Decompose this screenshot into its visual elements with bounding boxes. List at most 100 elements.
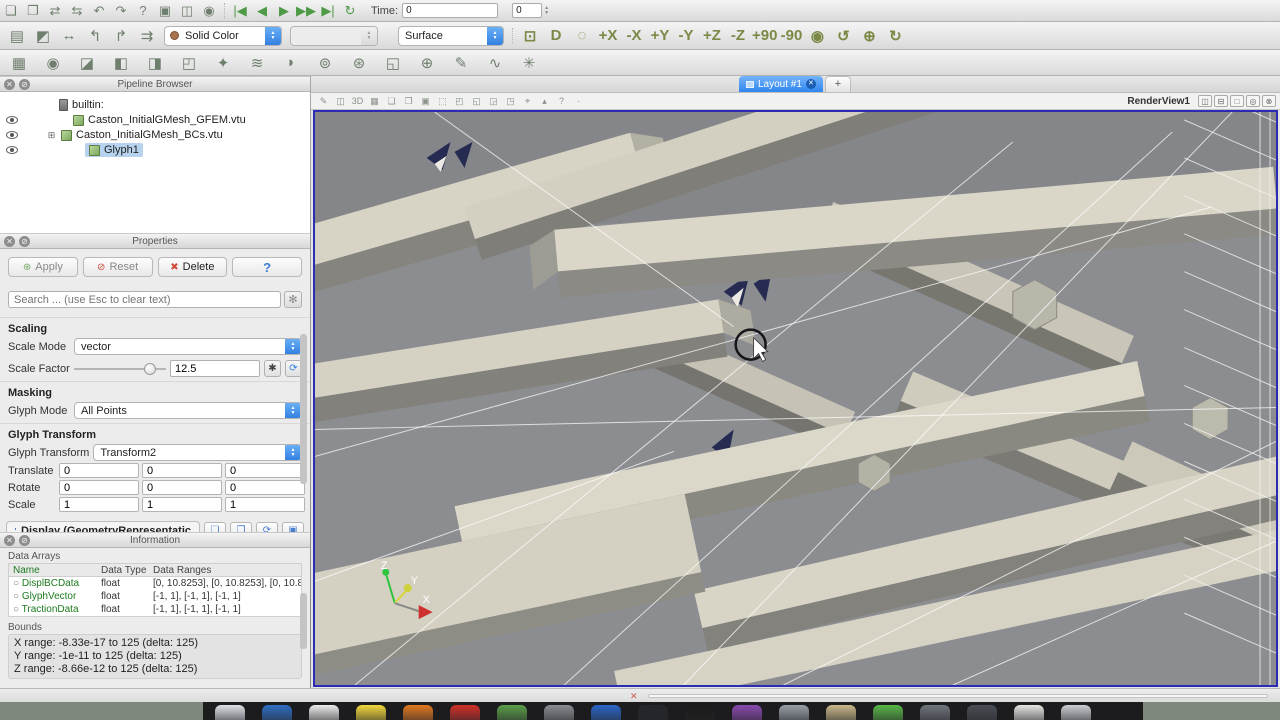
frame-spinner[interactable]: ▲ ▼ [544, 5, 549, 16]
clear-selection-icon[interactable]: · [571, 95, 586, 108]
undo-icon[interactable]: ↶ [89, 2, 109, 20]
interactive-select-cells-icon[interactable]: ⌖ [520, 95, 535, 108]
clip-icon[interactable]: ◪ [75, 52, 99, 74]
set-view-plus-x-icon[interactable]: +X [596, 25, 620, 47]
last-frame-icon[interactable]: ▶| [318, 2, 338, 20]
layout-tab[interactable]: Layout #1 ✕ [739, 76, 823, 92]
rescale-visible-icon[interactable]: ⇉ [135, 25, 159, 47]
play-icon[interactable]: ▶ [274, 2, 294, 20]
representation-dropdown[interactable]: Surface ▲ ▼ [398, 25, 504, 46]
expander-icon[interactable]: ⊞ [46, 130, 57, 141]
open-recent-icon[interactable]: ❐ [23, 2, 43, 20]
python-calculator-icon[interactable]: ◱ [381, 52, 405, 74]
group-datasets-icon[interactable]: ⊚ [313, 52, 337, 74]
color-legend-icon[interactable]: ▤ [5, 25, 29, 47]
close-panel-icon[interactable]: ✕ [4, 235, 15, 247]
rotate-90-cw-icon[interactable]: +90 [752, 25, 777, 47]
pipeline-item-glyph1[interactable]: Glyph1 [0, 143, 310, 157]
rotate-90-ccw-icon[interactable]: -90 [779, 25, 803, 47]
rescale-data-range-icon[interactable]: ↔ [57, 25, 81, 47]
select-points-on-icon[interactable]: ◰ [452, 95, 467, 108]
edit-color-map-icon[interactable]: ◩ [31, 25, 55, 47]
dock-app-bottle[interactable] [1014, 705, 1044, 720]
dock-app-eye[interactable] [638, 705, 668, 720]
render-viewport[interactable]: Z Y X [313, 110, 1278, 687]
center-rotation-icon[interactable]: ◉ [805, 25, 829, 47]
properties-scrollbar[interactable] [300, 334, 307, 484]
set-view-minus-x-icon[interactable]: -X [622, 25, 646, 47]
reset-camera-icon[interactable]: ⊡ [518, 25, 542, 47]
hover-points-icon[interactable]: ? [554, 95, 569, 108]
previous-frame-icon[interactable]: ◀ [252, 2, 272, 20]
visibility-eye-icon[interactable] [6, 146, 18, 154]
load-state-icon[interactable]: ▣ [155, 2, 175, 20]
pipeline-item-gfem-vtu[interactable]: Caston_InitialGMesh_GFEM.vtu [0, 113, 310, 127]
glyph-icon[interactable]: ✦ [211, 52, 235, 74]
undock-panel-icon[interactable]: ⊘ [19, 78, 30, 90]
dock-app-tools[interactable] [544, 705, 574, 720]
camera-adjust-icon[interactable]: ✎ [316, 95, 331, 108]
glyph-transform-dropdown[interactable]: Transform2 ▲ ▼ [93, 444, 302, 461]
set-view-minus-y-icon[interactable]: -Y [674, 25, 698, 47]
select-cells-on-icon[interactable]: ⬚ [435, 95, 450, 108]
axes-grid-icon[interactable]: ▦ [367, 95, 382, 108]
pipeline-item-builtin[interactable]: builtin: [0, 98, 310, 112]
table-row[interactable]: DisplBCData float [0, 10.8253], [0, 10.8… [9, 577, 301, 590]
information-scrollbar[interactable] [300, 593, 307, 649]
undock-panel-icon[interactable]: ⊘ [19, 534, 30, 546]
redo-icon[interactable]: ↷ [111, 2, 131, 20]
zoom-closest-icon[interactable]: ◌ [570, 25, 594, 47]
pipeline-item-bcs-vtu[interactable]: ⊞ Caston_InitialGMesh_BCs.vtu [0, 128, 310, 142]
new-layout-tab-button[interactable]: + [824, 76, 851, 92]
reset-scale-icon[interactable]: ✱ [264, 360, 281, 377]
scale-mode-dropdown[interactable]: vector ▲ ▼ [74, 338, 302, 355]
close-panel-icon[interactable]: ✕ [4, 534, 15, 546]
abort-progress-icon[interactable]: ✕ [630, 691, 638, 702]
frame-input[interactable] [512, 3, 543, 18]
rescale-temporal-icon[interactable]: ↱ [109, 25, 133, 47]
dock-app-paraview[interactable] [1061, 705, 1091, 720]
help-button[interactable]: ? [232, 257, 302, 277]
vector-y-input[interactable] [142, 497, 222, 512]
close-tab-icon[interactable]: ✕ [805, 79, 816, 89]
dock-app-starburst[interactable] [403, 705, 433, 720]
dock-app-vtk[interactable] [920, 705, 950, 720]
dock-app-notes[interactable] [356, 705, 386, 720]
reset-button[interactable]: ⊘ Reset [82, 257, 153, 277]
export-scene-icon[interactable]: ❏ [384, 95, 399, 108]
rotate-camera-center-icon[interactable]: ⊕ [857, 25, 881, 47]
capture-icon[interactable]: ◫ [333, 95, 348, 108]
vector-y-input[interactable] [142, 480, 222, 495]
auto-apply-icon[interactable]: ◉ [199, 2, 219, 20]
toggle-2d3d-icon[interactable]: 3D [350, 95, 365, 108]
table-row[interactable]: GlyphVector float [-1, 1], [-1, 1], [-1,… [9, 590, 301, 603]
calculator-icon[interactable]: ▦ [7, 52, 31, 74]
table-row[interactable]: TractionData float [-1, 1], [-1, 1], [-1… [9, 603, 301, 616]
undock-panel-icon[interactable]: ⊘ [19, 235, 30, 247]
time-input[interactable] [402, 3, 499, 18]
delete-button[interactable]: ✖ Delete [157, 257, 228, 277]
dock-app-mail[interactable] [309, 705, 339, 720]
select-cells-through-icon[interactable]: ◱ [469, 95, 484, 108]
set-view-minus-z-icon[interactable]: -Z [726, 25, 750, 47]
threshold-icon[interactable]: ◨ [143, 52, 167, 74]
stream-tracer-icon[interactable]: ≋ [245, 52, 269, 74]
select-block-icon[interactable]: ◳ [503, 95, 518, 108]
dock-app-gray[interactable] [779, 705, 809, 720]
vector-z-input[interactable] [225, 480, 305, 495]
rotate-camera-ccw-icon[interactable]: ↻ [883, 25, 907, 47]
dock-app-terminal[interactable] [685, 705, 715, 720]
vector-x-input[interactable] [59, 480, 139, 495]
capture-view-icon[interactable]: ◎ [1246, 95, 1260, 107]
rescale-custom-range-icon[interactable]: ↰ [83, 25, 107, 47]
rotate-camera-cw-icon[interactable]: ↺ [831, 25, 855, 47]
vector-z-input[interactable] [225, 463, 305, 478]
slice-icon[interactable]: ◧ [109, 52, 133, 74]
maximize-view-icon[interactable]: □ [1230, 95, 1244, 107]
dock-app-finder[interactable] [215, 705, 245, 720]
split-horizontal-icon[interactable]: ◫ [1198, 95, 1212, 107]
vector-y-input[interactable] [142, 463, 222, 478]
visibility-eye-icon[interactable] [6, 116, 18, 124]
vector-x-input[interactable] [59, 463, 139, 478]
scale-factor-input[interactable] [170, 360, 260, 377]
